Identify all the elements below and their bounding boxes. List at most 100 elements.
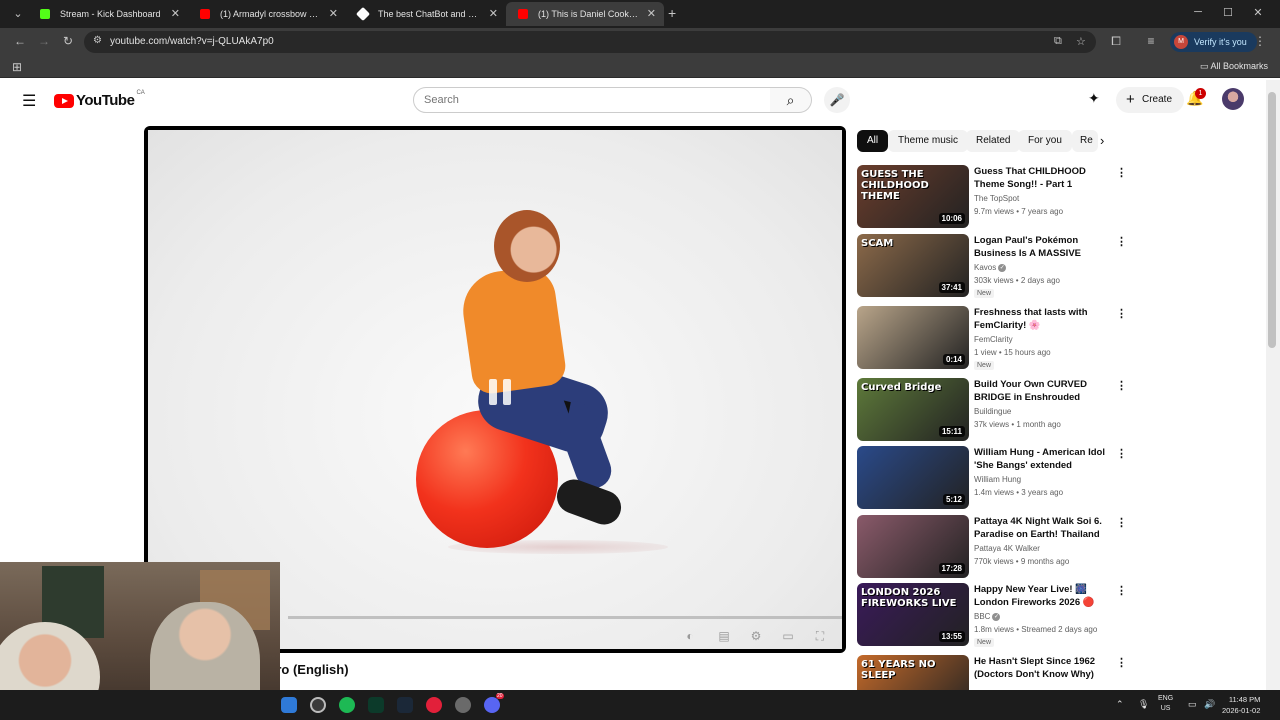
- tab-close-icon[interactable]: ✕: [171, 2, 180, 26]
- apps-grid-icon[interactable]: ⊞: [12, 60, 22, 74]
- recommendation-channel[interactable]: BBC ✓: [974, 612, 1001, 621]
- tab-search-icon[interactable]: ⌄: [10, 6, 26, 22]
- input-language[interactable]: ENG US: [1158, 694, 1173, 714]
- more-actions-icon[interactable]: ⋮: [1116, 447, 1127, 460]
- new-tab-icon[interactable]: +: [668, 5, 676, 21]
- recommendation-card[interactable]: LONDON 2026 FIREWORKS LIVE 13:55 Happy New…: [857, 583, 1127, 647]
- file-explorer-icon[interactable]: [281, 697, 297, 713]
- all-bookmarks-button[interactable]: ▭ All Bookmarks: [1200, 61, 1268, 72]
- network-icon[interactable]: ▭: [1188, 699, 1197, 710]
- extensions-icon[interactable]: ⧠: [1108, 34, 1124, 49]
- recommendation-channel[interactable]: The TopSpot: [974, 194, 1019, 203]
- more-actions-icon[interactable]: ⋮: [1116, 235, 1127, 248]
- tab-close-icon[interactable]: ✕: [647, 2, 656, 26]
- address-bar[interactable]: ⚙ youtube.com/watch?v=j-QLUAkA7p0 ⧉ ☆: [84, 31, 1096, 53]
- account-avatar[interactable]: [1222, 88, 1244, 110]
- lang-bottom: US: [1160, 705, 1171, 712]
- youtube-logo[interactable]: YouTube CA: [54, 90, 145, 109]
- forward-icon[interactable]: →: [36, 34, 52, 48]
- speaker-icon[interactable]: 🔊: [1204, 699, 1215, 710]
- reload-icon[interactable]: ↻: [60, 34, 76, 48]
- recommendation-card[interactable]: Curved Bridge 15:11 Build Your Own CURVED …: [857, 378, 1127, 442]
- recommendation-thumbnail[interactable]: GUESS THE CHILDHOOD THEME 10:06: [857, 165, 969, 228]
- chip-related[interactable]: Related: [966, 130, 1021, 152]
- recommendation-thumbnail[interactable]: 5:12: [857, 446, 969, 509]
- system-clock[interactable]: 11:48 PM 2026-01-02: [1222, 694, 1260, 716]
- fullscreen-icon[interactable]: ⛶: [810, 628, 830, 644]
- browser-tab-youtube-armadyl[interactable]: (1) Armadyl crossbow special at ✕: [188, 2, 346, 26]
- recommendation-title[interactable]: William Hung - American Idol 'She Bangs'…: [974, 446, 1110, 473]
- discord-icon[interactable]: [484, 697, 500, 713]
- recommendation-card[interactable]: 17:28 Pattaya 4K Night Walk Soi 6. Paradi…: [857, 515, 1127, 579]
- more-actions-icon[interactable]: ⋮: [1116, 656, 1127, 669]
- recommendation-card[interactable]: GUESS THE CHILDHOOD THEME 10:06 Guess That…: [857, 165, 1127, 229]
- create-button[interactable]: + Create: [1116, 87, 1185, 113]
- recommendation-channel[interactable]: Buildingue: [974, 407, 1011, 416]
- chip-for-you[interactable]: For you: [1018, 130, 1072, 152]
- page-scrollbar-thumb[interactable]: [1268, 92, 1276, 348]
- verify-profile-button[interactable]: M Verify it's you: [1170, 32, 1257, 52]
- recommendation-thumbnail[interactable]: Curved Bridge 15:11: [857, 378, 969, 441]
- tray-overflow-icon[interactable]: ⌃: [1116, 699, 1124, 710]
- bookmark-star-icon[interactable]: ☆: [1076, 35, 1086, 48]
- recommendation-title[interactable]: Freshness that lasts with FemClarity! 🌸: [974, 306, 1110, 332]
- site-info-icon[interactable]: ⚙: [93, 35, 102, 46]
- recommendation-card[interactable]: 0:14 Freshness that lasts with FemClarity…: [857, 306, 1127, 370]
- back-icon[interactable]: ←: [12, 34, 28, 48]
- gemini-icon[interactable]: ✦: [1088, 90, 1100, 107]
- recommendation-title[interactable]: Happy New Year Live! 🎆 London Fireworks …: [974, 583, 1110, 610]
- install-app-icon[interactable]: ⧉: [1054, 35, 1062, 48]
- chip-theme-music[interactable]: Theme music: [888, 130, 969, 152]
- chips-next-arrow-icon[interactable]: ›: [1100, 133, 1104, 148]
- more-actions-icon[interactable]: ⋮: [1116, 516, 1127, 529]
- opera-icon[interactable]: [426, 697, 442, 713]
- recommendation-channel[interactable]: FemClarity: [974, 335, 1013, 344]
- pause-icon[interactable]: [483, 375, 517, 409]
- recommendation-title[interactable]: Build Your Own CURVED BRIDGE in Enshroud…: [974, 378, 1110, 404]
- settings-app-icon[interactable]: [455, 697, 471, 713]
- recommendation-card[interactable]: SCAM 37:41 Logan Paul's Pokémon Business I…: [857, 234, 1127, 298]
- minimize-icon[interactable]: ─: [1188, 6, 1208, 18]
- more-actions-icon[interactable]: ⋮: [1116, 166, 1127, 179]
- recommendation-title[interactable]: He Hasn't Slept Since 1962 (Doctors Don'…: [974, 655, 1110, 681]
- recommendation-channel[interactable]: Pattaya 4K Walker: [974, 544, 1040, 553]
- recommendation-thumbnail[interactable]: 0:14: [857, 306, 969, 369]
- recommendation-channel[interactable]: Kavos ✓: [974, 263, 1007, 272]
- tab-close-icon[interactable]: ✕: [489, 2, 498, 26]
- terminal-icon[interactable]: [368, 697, 384, 713]
- recommendation-title[interactable]: Guess That CHILDHOOD Theme Song!! - Part…: [974, 165, 1110, 191]
- more-actions-icon[interactable]: ⋮: [1116, 379, 1127, 392]
- video-progress-bar[interactable]: [288, 616, 842, 619]
- more-actions-icon[interactable]: ⋮: [1116, 584, 1127, 597]
- steam-icon[interactable]: [397, 697, 413, 713]
- recommendation-title[interactable]: Logan Paul's Pokémon Business Is A MASSI…: [974, 234, 1110, 261]
- more-actions-icon[interactable]: ⋮: [1116, 307, 1127, 320]
- tab-close-icon[interactable]: ✕: [329, 2, 338, 26]
- recommendation-title[interactable]: Pattaya 4K Night Walk Soi 6. Paradise on…: [974, 515, 1110, 542]
- recommendation-card[interactable]: 5:12 William Hung - American Idol 'She Ba…: [857, 446, 1127, 510]
- chip-partial[interactable]: Re: [1072, 130, 1098, 152]
- browser-tab-youtube-active[interactable]: (1) This is Daniel Cook - Intr ✕: [506, 2, 664, 26]
- settings-gear-icon[interactable]: ⚙: [746, 628, 766, 644]
- recommendation-thumbnail[interactable]: LONDON 2026 FIREWORKS LIVE 13:55: [857, 583, 969, 646]
- browser-tab-kick[interactable]: Stream - Kick Dashboard ✕: [28, 2, 188, 26]
- search-input[interactable]: [424, 88, 744, 112]
- autoplay-toggle-icon[interactable]: ◐: [680, 628, 700, 644]
- obs-icon[interactable]: [310, 697, 326, 713]
- close-window-icon[interactable]: ✕: [1248, 6, 1268, 19]
- voice-search-icon[interactable]: 🎤: [824, 87, 850, 113]
- guide-menu-icon[interactable]: ☰: [22, 91, 36, 111]
- chrome-menu-icon[interactable]: ⋮: [1252, 34, 1268, 48]
- recommendation-thumbnail[interactable]: 17:28: [857, 515, 969, 578]
- maximize-icon[interactable]: ☐: [1218, 6, 1238, 19]
- chip-all[interactable]: All: [857, 130, 889, 152]
- tray-mic-icon[interactable]: 🎙: [1138, 699, 1149, 710]
- spotify-icon[interactable]: [339, 697, 355, 713]
- theater-mode-icon[interactable]: ▭: [778, 628, 798, 644]
- search-button[interactable]: ⌕: [770, 87, 812, 113]
- browser-tab-chatbot[interactable]: The best ChatBot and Widgets ✕: [346, 2, 506, 26]
- subtitles-icon[interactable]: ▤: [714, 628, 734, 644]
- recommendation-thumbnail[interactable]: SCAM 37:41: [857, 234, 969, 297]
- media-control-icon[interactable]: ≡: [1143, 34, 1159, 48]
- recommendation-channel[interactable]: William Hung: [974, 475, 1021, 484]
